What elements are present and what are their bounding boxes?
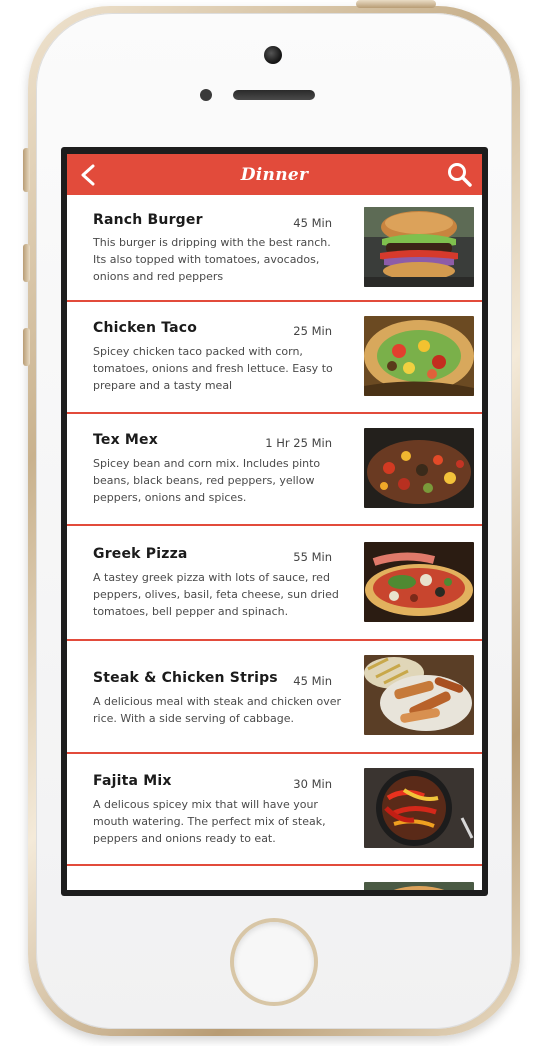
- recipe-time: 30 Min: [293, 777, 332, 791]
- earpiece-speaker: [233, 90, 315, 100]
- recipe-description: A delicous spicey mix that will have you…: [93, 798, 326, 845]
- recipe-title: Fajita Mix: [93, 773, 172, 789]
- tex-mex-photo: [364, 428, 474, 508]
- recipe-item-ranch-burger[interactable]: Ranch Burger 45 Min This burger is dripp…: [67, 195, 482, 302]
- mute-switch: [23, 148, 30, 192]
- front-camera: [264, 46, 282, 64]
- volume-down-button: [23, 328, 30, 366]
- recipe-title: Greek Pizza: [93, 546, 188, 562]
- pizza-photo: [364, 542, 474, 622]
- recipe-description: A delicious meal with steak and chicken …: [93, 695, 342, 725]
- search-icon: [448, 163, 472, 187]
- fajita-photo: [364, 768, 474, 848]
- search-button[interactable]: [446, 161, 474, 189]
- recipe-time: 45 Min: [293, 216, 332, 230]
- burger-photo: [364, 207, 474, 287]
- recipe-time: 55 Min: [293, 550, 332, 564]
- recipe-time: 25 Min: [293, 324, 332, 338]
- recipe-time: 45 Min: [293, 674, 332, 688]
- recipe-item-greek-pizza[interactable]: Greek Pizza 55 Min A tastey greek pizza …: [67, 526, 482, 641]
- back-button[interactable]: [75, 162, 103, 188]
- recipe-description: Spicey chicken taco packed with corn, to…: [93, 345, 333, 392]
- next-recipe-photo: [364, 882, 474, 890]
- recipe-title: Steak & Chicken Strips: [93, 670, 278, 686]
- recipe-item-chicken-taco[interactable]: Chicken Taco 25 Min Spicey chicken taco …: [67, 302, 482, 414]
- phone-screen: Dinner Ranch Burger 45 Min This burger i…: [61, 147, 488, 896]
- app-header: Dinner: [67, 154, 482, 195]
- page-title: Dinner: [240, 164, 309, 185]
- recipe-time: 1 Hr 25 Min: [265, 436, 332, 450]
- home-button[interactable]: [230, 918, 318, 1006]
- recipe-title: Tex Mex: [93, 432, 158, 448]
- chevron-left-icon: [81, 164, 95, 186]
- volume-up-button: [23, 244, 30, 282]
- recipe-description: A tastey greek pizza with lots of sauce,…: [93, 571, 339, 618]
- recipe-item-tex-mex[interactable]: Tex Mex 1 Hr 25 Min Spicey bean and corn…: [67, 414, 482, 526]
- proximity-sensor: [200, 89, 212, 101]
- power-button: [356, 0, 436, 8]
- recipe-item-steak-chicken-strips[interactable]: Steak & Chicken Strips 45 Min A deliciou…: [67, 641, 482, 754]
- app-view: Dinner Ranch Burger 45 Min This burger i…: [67, 154, 482, 890]
- recipe-title: Chicken Taco: [93, 320, 198, 336]
- recipe-description: Spicey bean and corn mix. Includes pinto…: [93, 457, 321, 504]
- taco-photo: [364, 316, 474, 396]
- recipe-description: This burger is dripping with the best ra…: [93, 236, 331, 283]
- recipe-title: Ranch Burger: [93, 212, 203, 228]
- steak-chicken-photo: [364, 655, 474, 735]
- recipe-item-partial[interactable]: [67, 866, 482, 890]
- recipe-item-fajita-mix[interactable]: Fajita Mix 30 Min A delicous spicey mix …: [67, 754, 482, 866]
- recipe-list: Ranch Burger 45 Min This burger is dripp…: [67, 195, 482, 890]
